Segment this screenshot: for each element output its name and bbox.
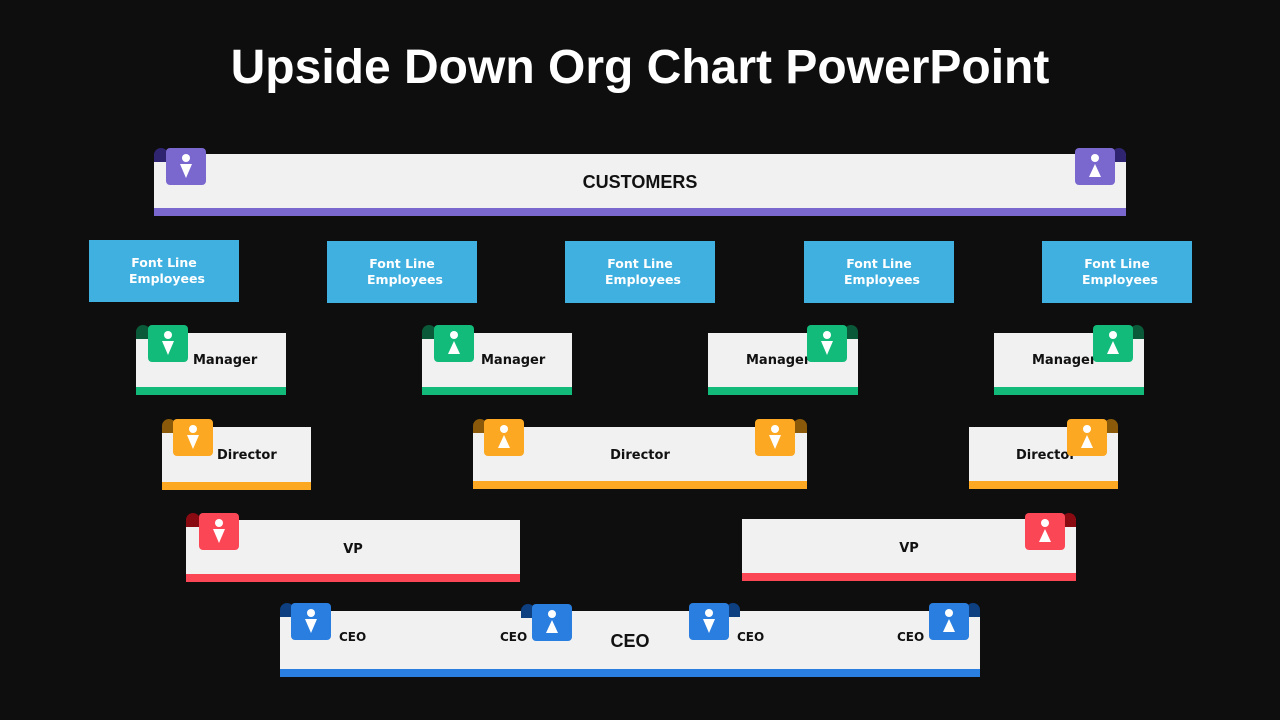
ceo-sub-label: CEO [500, 630, 528, 644]
manager-accent-bar [136, 387, 286, 395]
director-accent-bar [473, 481, 807, 489]
ceo-tab [689, 603, 729, 640]
female-icon [498, 425, 510, 448]
frontline-box[interactable]: Font Line Employees [565, 241, 715, 303]
customers-card[interactable]: CUSTOMERS [154, 154, 1126, 216]
director-tab [755, 419, 795, 456]
customers-tab-right [1075, 148, 1115, 185]
vp-accent-bar [742, 573, 1076, 581]
ceo-sub-label: CEO [737, 630, 765, 644]
male-icon [213, 519, 225, 543]
frontline-label: Font Line Employees [1082, 256, 1158, 287]
frontline-label: Font Line Employees [367, 256, 443, 287]
female-icon [1107, 331, 1119, 354]
director-tab-curl [793, 419, 807, 433]
female-icon [448, 331, 460, 354]
frontline-label: Font Line Employees [129, 255, 205, 286]
manager-accent-bar [994, 387, 1144, 395]
page-title: Upside Down Org Chart PowerPoint [230, 41, 1050, 94]
manager-label: Manager [746, 353, 811, 368]
director-tab [484, 419, 524, 456]
female-icon [1039, 519, 1051, 542]
ceo-label: CEO [610, 631, 650, 651]
frontline-box[interactable]: Font Line Employees [804, 241, 954, 303]
female-icon [1081, 425, 1093, 448]
frontline-label: Font Line Employees [844, 256, 920, 287]
manager-accent-bar [708, 387, 858, 395]
director-tab [1067, 419, 1107, 456]
manager-label: Manager [481, 353, 546, 368]
male-icon [769, 425, 781, 449]
male-icon [703, 609, 715, 633]
ceo-tab [291, 603, 331, 640]
male-icon [187, 425, 199, 449]
vp-accent-bar [186, 574, 520, 582]
manager-label: Manager [193, 353, 258, 368]
male-icon [305, 609, 317, 633]
male-icon [821, 331, 833, 355]
manager-label: Manager [1032, 353, 1097, 368]
manager-tab [148, 325, 188, 362]
male-icon [180, 154, 192, 178]
manager-tab [434, 325, 474, 362]
ceo-accent-bar [280, 669, 980, 677]
ceo-tab [532, 604, 572, 641]
male-icon [162, 331, 174, 355]
frontline-box[interactable]: Font Line Employees [1042, 241, 1192, 303]
manager-tab [807, 325, 847, 362]
vp-tab [199, 513, 239, 550]
manager-tab [1093, 325, 1133, 362]
female-icon [546, 610, 558, 633]
director-accent-bar [969, 481, 1118, 489]
ceo-card[interactable]: CEO CEO CEO CEO CEO [280, 611, 980, 677]
manager-accent-bar [422, 387, 572, 395]
director-label: Director [217, 448, 277, 463]
frontline-box[interactable]: Font Line Employees [89, 240, 239, 302]
ceo-sub-label: CEO [339, 630, 367, 644]
customers-tab-left [166, 148, 206, 185]
frontline-box[interactable]: Font Line Employees [327, 241, 477, 303]
vp-tab-curl [186, 513, 200, 527]
director-tab [173, 419, 213, 456]
ceo-tab [929, 603, 969, 640]
female-icon [943, 609, 955, 632]
female-icon [1089, 154, 1101, 177]
director-accent-bar [162, 482, 311, 490]
customers-label: CUSTOMERS [582, 172, 698, 192]
ceo-sub-label: CEO [897, 630, 925, 644]
frontline-label: Font Line Employees [605, 256, 681, 287]
vp-tab [1025, 513, 1065, 550]
customers-accent-bar [154, 208, 1126, 216]
